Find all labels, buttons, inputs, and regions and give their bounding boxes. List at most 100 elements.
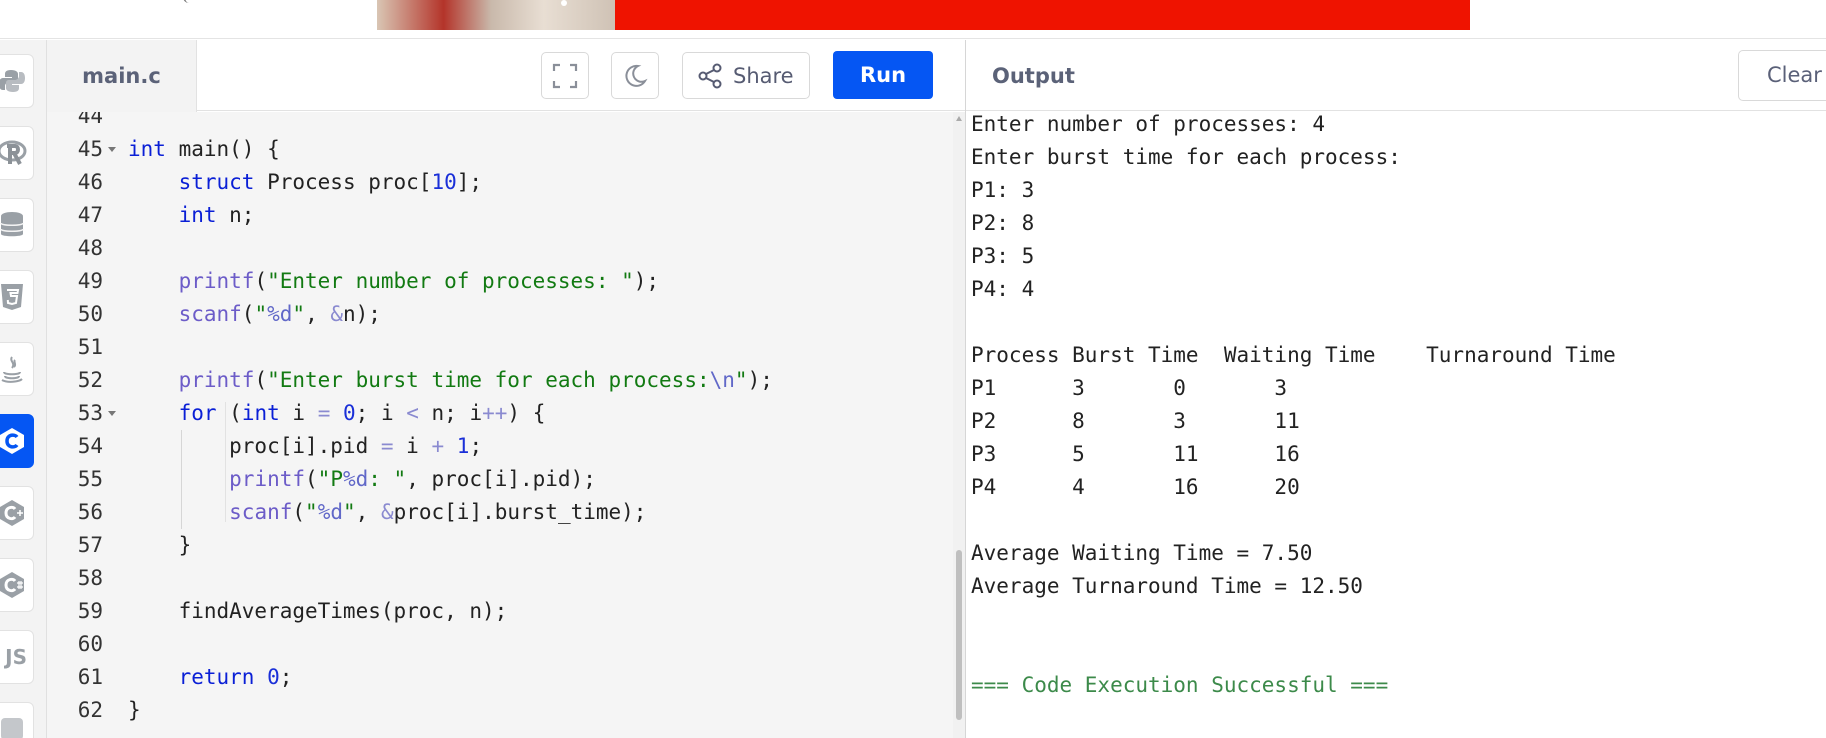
output-line: P1: 3 [971,178,1035,202]
code-text: printf("Enter burst time for each proces… [178,368,773,392]
line-number: 48 [77,236,103,260]
code-line[interactable]: 59 findAverageTimes(proc, n); [47,595,953,628]
code-line[interactable]: 49 printf("Enter number of processes: ")… [47,265,953,298]
output-line: Average Turnaround Time = 12.50 [971,574,1363,598]
output-line: Enter burst time for each process: [971,145,1401,169]
line-number: 47 [77,203,103,227]
code-line[interactable]: 57 } [47,529,953,562]
output-line: P2: 8 [971,211,1035,235]
fold-arrow-icon[interactable] [108,411,116,416]
line-number: 55 [77,467,103,491]
code-text: printf("P%d: ", proc[i].pid); [229,467,596,491]
code-text: int main() { [128,137,280,161]
sidebar-item-javascript[interactable]: JS [0,630,34,684]
sidebar-item-sql[interactable] [0,198,34,252]
code-line[interactable]: 54 proc[i].pid = i + 1; [47,430,953,463]
code-line[interactable]: 53 for (int i = 0; i < n; i++) { [47,397,953,430]
line-number: 56 [77,500,103,524]
cpp-icon [0,500,24,526]
sidebar-item-r[interactable] [0,126,34,180]
clear-button[interactable]: Clear [1738,50,1826,101]
line-number: 51 [77,335,103,359]
dark-mode-button[interactable] [611,52,659,99]
output-line: Average Waiting Time = 7.50 [971,541,1313,565]
sidebar-item-more[interactable] [0,702,34,738]
output-header: Output Clear [966,40,1826,111]
code-text: scanf("%d", &proc[i].burst_time); [229,500,647,524]
tab-main-c[interactable]: main.c [47,40,197,112]
output-line: P2 8 3 11 [971,409,1300,433]
moon-icon [625,64,648,87]
output-line: P3 5 11 16 [971,442,1300,466]
code-text: findAverageTimes(proc, n); [128,599,508,623]
sidebar-item-python[interactable] [0,54,34,108]
r-icon [0,140,27,165]
language-sidebar: JS [0,40,47,738]
line-number: 62 [77,698,103,722]
code-line[interactable]: 48 [47,232,953,265]
python-icon [0,70,25,92]
html5-icon [1,284,23,310]
csharp-icon [0,572,24,598]
code-line[interactable]: 60 [47,628,953,661]
sidebar-item-csharp[interactable] [0,558,34,612]
code-line[interactable]: 44 [47,112,953,133]
line-number: 46 [77,170,103,194]
c-icon [0,428,24,454]
sidebar-item-cpp[interactable] [0,486,34,540]
output-line: P4 4 16 20 [971,475,1300,499]
line-number: 57 [77,533,103,557]
advertisement-dot [561,0,567,6]
share-icon [698,63,722,88]
fullscreen-button[interactable] [541,52,589,99]
java-icon [1,356,23,383]
code-text: } [128,533,192,557]
fold-arrow-icon[interactable] [108,147,116,152]
execution-status: === Code Execution Successful === [971,673,1389,697]
top-bar-fragment [183,0,191,3]
share-button[interactable]: Share [682,52,810,99]
sql-database-icon [0,212,24,237]
advertisement-banner[interactable] [377,0,1470,30]
code-line[interactable]: 47 int n; [47,199,953,232]
code-line[interactable]: 56 scanf("%d", &proc[i].burst_time); [47,496,953,529]
sidebar-item-java[interactable] [0,342,34,396]
output-line: P3: 5 [971,244,1035,268]
output-line: P1 3 0 3 [971,376,1288,400]
code-line[interactable]: 50 scanf("%d", &n); [47,298,953,331]
code-line[interactable]: 52 printf("Enter burst time for each pro… [47,364,953,397]
output-title: Output [992,64,1075,88]
editor-header: main.c Share Run [47,40,965,112]
code-text: struct Process proc[10]; [178,170,483,194]
line-number: 44 [77,112,103,128]
code-line[interactable]: 51 [47,331,953,364]
scroll-up-arrow-icon[interactable] [956,116,962,121]
sidebar-item-html[interactable] [0,270,34,324]
editor-scrollbar[interactable] [953,112,965,738]
code-line[interactable]: 46 struct Process proc[10]; [47,166,953,199]
line-number: 60 [77,632,103,656]
line-number: 59 [77,599,103,623]
code-text: proc[i].pid = i + 1; [128,434,483,458]
line-number: 54 [77,434,103,458]
output-console: Enter number of processes: 4 Enter burst … [966,112,1826,738]
code-line[interactable]: 62} [47,694,953,727]
code-line[interactable]: 45 int main() { [47,133,953,166]
code-editor[interactable]: 44 45 int main() { 46 struct Process proc[1… [47,112,953,738]
line-number: 45 [77,137,103,161]
code-line[interactable]: 55 printf("P%d: ", proc[i].pid); [47,463,953,496]
line-number: 49 [77,269,103,293]
code-line[interactable]: 61 return 0; [47,661,953,694]
sidebar-item-c[interactable] [0,414,34,468]
editor-scrollbar-thumb[interactable] [956,550,962,720]
more-language-icon [1,718,23,738]
line-number: 53 [77,401,103,425]
share-label: Share [733,63,794,88]
code-line[interactable]: 58 [47,562,953,595]
output-line: Process Burst Time Waiting Time Turnarou… [971,343,1616,367]
output-line: Enter number of processes: 4 [971,112,1326,136]
code-text: printf("Enter number of processes: "); [178,269,660,293]
run-button[interactable]: Run [833,51,933,99]
code-text: scanf("%d", &n); [178,302,381,326]
line-number: 50 [77,302,103,326]
